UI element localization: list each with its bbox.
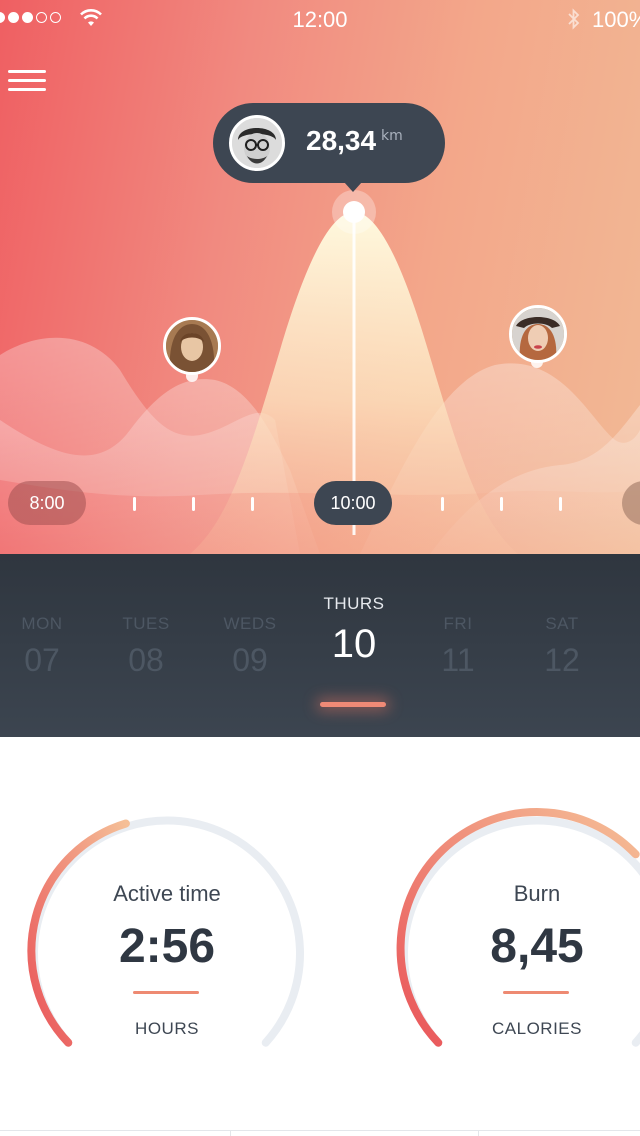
burn-value: 8,45 <box>490 920 584 973</box>
chart-tick <box>251 497 254 511</box>
distance-value: 28,34 <box>306 125 377 156</box>
fitness-screen: 12:00 100% 28,34 km <box>0 0 640 1136</box>
day-selector: MON 07 TUES 08 WEDS 09 THURS 10 FRI 11 S… <box>0 554 640 737</box>
bottom-divider <box>0 1130 640 1131</box>
day-name: TUES <box>122 614 170 633</box>
chart-tick <box>441 497 444 511</box>
distance-unit: km <box>381 128 403 144</box>
active-time-value: 2:56 <box>118 920 216 973</box>
chart-tick <box>192 497 195 511</box>
active-time-gauge[interactable]: Active time 2:56 HOURS <box>12 799 322 1059</box>
day-item[interactable]: SAT 12 <box>510 614 614 679</box>
tab-separator <box>478 1130 479 1136</box>
active-time-label: Active time <box>113 881 221 906</box>
day-item[interactable]: WEDS 09 <box>198 614 302 679</box>
day-selected-indicator <box>320 702 386 707</box>
status-bar: 12:00 100% <box>0 0 640 40</box>
burn-gauge[interactable]: Burn 8,45 CALORIES <box>382 799 640 1059</box>
user-avatar[interactable] <box>229 115 285 171</box>
day-name: SAT <box>545 614 579 633</box>
gauge-divider <box>133 991 199 994</box>
battery-level: 100% <box>592 7 640 32</box>
chart-cursor-point[interactable] <box>343 201 365 223</box>
time-label-selected[interactable]: 10:00 <box>314 481 392 525</box>
chart-tick <box>559 497 562 511</box>
day-number: 11 <box>441 642 475 678</box>
gauge-divider <box>503 991 569 994</box>
day-number: 07 <box>24 642 60 678</box>
menu-icon[interactable] <box>8 70 46 92</box>
active-time-unit: HOURS <box>135 1019 199 1038</box>
day-number: 09 <box>232 642 268 678</box>
day-item[interactable]: TUES 08 <box>94 614 198 679</box>
day-name: WEDS <box>223 614 277 633</box>
friend-avatar-right[interactable] <box>509 305 567 363</box>
chart-tick <box>133 497 136 511</box>
friend-avatar-left[interactable] <box>163 317 221 375</box>
activity-chart: 12:00 100% 28,34 km <box>0 0 640 554</box>
time-label-start[interactable]: 8:00 <box>8 481 86 525</box>
day-name: THURS <box>323 594 385 613</box>
chart-area <box>0 190 640 554</box>
day-name: MON <box>21 614 63 633</box>
bluetooth-icon <box>568 8 580 30</box>
burn-label: Burn <box>513 881 561 906</box>
day-item-selected[interactable]: THURS 10 <box>302 594 406 667</box>
day-number: 08 <box>128 642 164 678</box>
burn-unit: CALORIES <box>492 1019 582 1038</box>
day-item[interactable]: MON 07 <box>0 614 94 679</box>
day-number: 12 <box>544 642 580 678</box>
distance-tooltip: 28,34 km <box>213 103 445 192</box>
day-item[interactable]: FRI 11 <box>406 614 510 679</box>
chart-tick <box>500 497 503 511</box>
day-number: 10 <box>331 622 377 666</box>
stats-panel: Active time 2:56 HOURS Burn 8,45 CALORIE… <box>0 737 640 1136</box>
status-time: 12:00 <box>292 7 348 32</box>
tab-separator <box>230 1130 231 1136</box>
day-name: FRI <box>443 614 473 633</box>
